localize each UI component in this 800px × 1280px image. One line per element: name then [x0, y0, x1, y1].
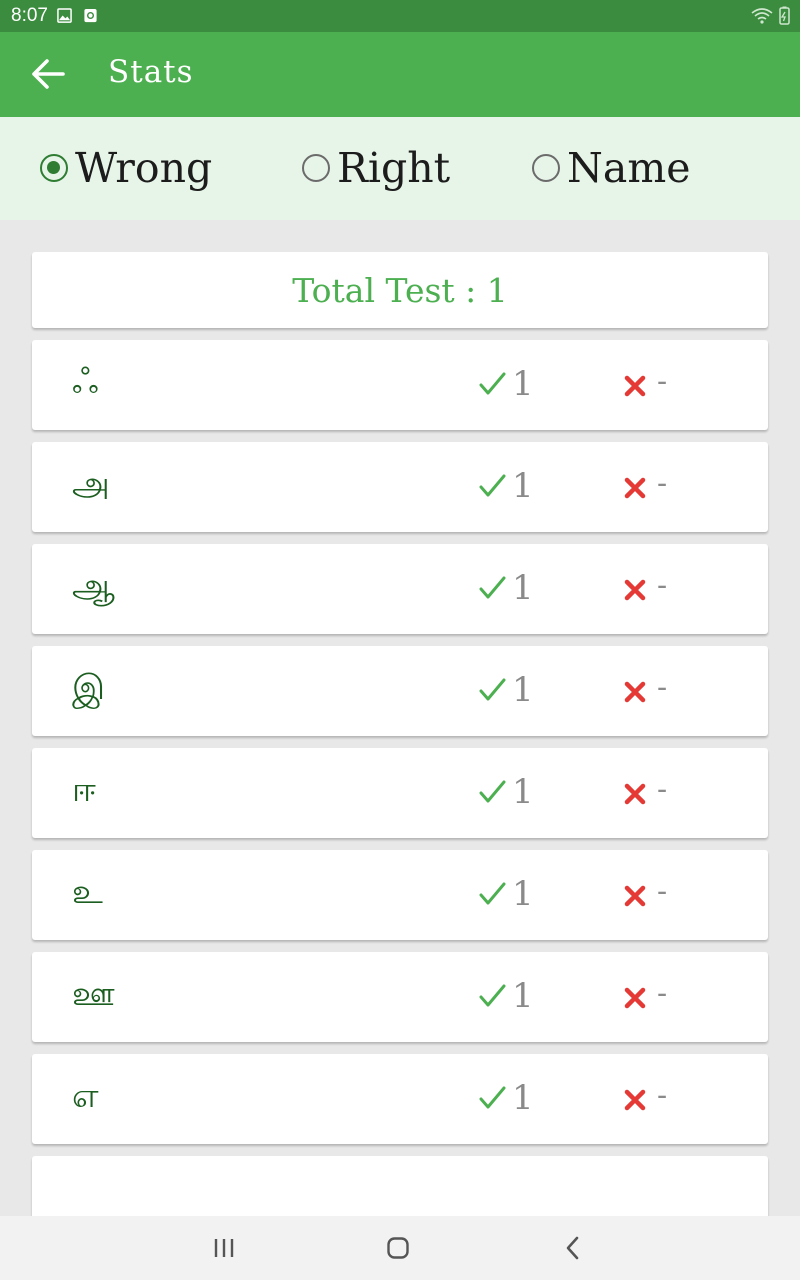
radio-unchecked-icon: [302, 154, 330, 182]
radio-wrong-label: Wrong: [75, 144, 213, 192]
right-count: 1: [512, 874, 534, 914]
nav-back-icon: [566, 1236, 579, 1260]
check-icon: [479, 1086, 506, 1109]
cross-icon: [624, 375, 646, 397]
radio-right-label: Right: [337, 144, 451, 192]
radio-name[interactable]: Name: [532, 143, 690, 193]
letter-text: ஃ: [72, 362, 99, 402]
cross-icon: [624, 681, 646, 703]
letter-text: அ: [72, 464, 110, 504]
total-test-text: Total Test : 1: [292, 270, 508, 310]
check-icon: [479, 474, 506, 497]
check-icon: [479, 372, 506, 395]
right-count: 1: [512, 568, 534, 608]
radio-wrong[interactable]: Wrong: [40, 143, 212, 193]
right-count: 1: [512, 670, 534, 710]
cross-icon: [624, 987, 646, 1009]
status-time: 8:07: [11, 5, 48, 26]
radio-checked-icon: [40, 154, 68, 182]
list-item[interactable]: எ 1 -: [32, 1054, 768, 1144]
letter-text: எ: [72, 1076, 99, 1116]
nav-back-button[interactable]: [543, 1228, 603, 1268]
wrong-count: -: [657, 874, 668, 909]
right-count: 1: [512, 976, 534, 1016]
list-item[interactable]: அ 1 -: [32, 442, 768, 532]
list-item[interactable]: ஃ 1 -: [32, 340, 768, 430]
cross-icon: [624, 1089, 646, 1111]
wifi-battery-icon: [751, 6, 790, 25]
home-icon: [387, 1237, 409, 1259]
cross-icon: [624, 783, 646, 805]
right-count: 1: [512, 466, 534, 506]
list-item[interactable]: உ 1 -: [32, 850, 768, 940]
cross-icon: [624, 885, 646, 907]
letter-text: ஈ: [72, 770, 96, 810]
system-nav-bar: [0, 1216, 800, 1280]
list-item[interactable]: ஆ 1 -: [32, 544, 768, 634]
cross-icon: [624, 579, 646, 601]
check-icon: [479, 780, 506, 803]
recents-icon: [214, 1239, 234, 1257]
notification-icon: [84, 8, 97, 23]
total-test-card: Total Test : 1: [32, 252, 768, 328]
letter-text: ஊ: [72, 974, 115, 1014]
stats-list[interactable]: Total Test : 1 ஃ 1 - அ 1 - ஆ 1 - இ 1 - ஈ…: [0, 220, 800, 1216]
letter-text: ஆ: [72, 566, 115, 606]
check-icon: [479, 678, 506, 701]
wrong-count: -: [657, 364, 668, 399]
app-bar: Stats: [0, 32, 800, 117]
wrong-count: -: [657, 670, 668, 705]
check-icon: [479, 984, 506, 1007]
wrong-count: -: [657, 568, 668, 603]
sort-filter-group: Wrong Right Name: [0, 117, 800, 220]
wrong-count: -: [657, 1078, 668, 1113]
back-button[interactable]: [22, 52, 74, 96]
wrong-count: -: [657, 772, 668, 807]
letter-text: உ: [72, 872, 103, 912]
check-icon: [479, 576, 506, 599]
radio-unchecked-icon: [532, 154, 560, 182]
arrow-back-icon: [32, 59, 65, 89]
recents-button[interactable]: [194, 1228, 254, 1268]
right-count: 1: [512, 364, 534, 404]
page-title: Stats: [108, 54, 194, 90]
home-button[interactable]: [368, 1228, 428, 1268]
letter-text: இ: [72, 668, 106, 708]
status-bar: 8:07: [0, 0, 800, 32]
wrong-count: -: [657, 466, 668, 501]
right-count: 1: [512, 1078, 534, 1118]
list-item[interactable]: ஊ 1 -: [32, 952, 768, 1042]
wrong-count: -: [657, 976, 668, 1011]
list-item[interactable]: [32, 1156, 768, 1216]
list-item[interactable]: ஈ 1 -: [32, 748, 768, 838]
radio-right[interactable]: Right: [302, 143, 450, 193]
list-item[interactable]: இ 1 -: [32, 646, 768, 736]
radio-name-label: Name: [567, 144, 691, 192]
cross-icon: [624, 477, 646, 499]
gallery-icon: [57, 8, 72, 23]
right-count: 1: [512, 772, 534, 812]
check-icon: [479, 882, 506, 905]
